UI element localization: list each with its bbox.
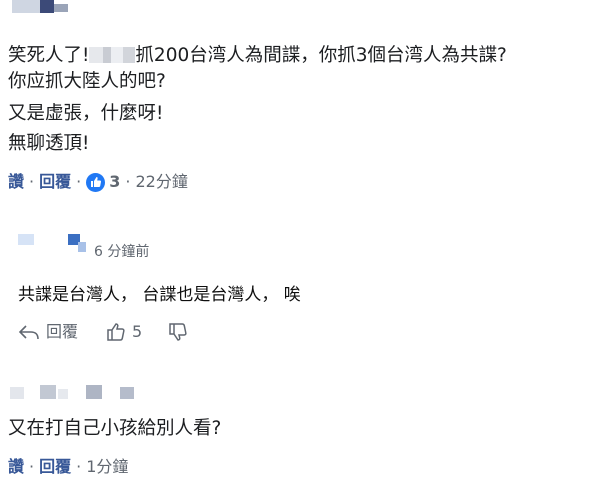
reply-1-text: 共諜是台灣人， 台諜也是台灣人， 唉 (18, 285, 301, 305)
comment-2: 又在打自己小孩給別人看? 讚 · 回覆 · 1分鐘 (0, 385, 602, 492)
comment-1-line-2: 你应抓大陸人的吧? (8, 71, 166, 92)
redacted-name-inline (89, 47, 136, 63)
reply-arrow-icon[interactable] (18, 323, 40, 341)
redacted-avatar (18, 234, 34, 245)
reply-link[interactable]: 回覆 (39, 172, 71, 192)
redacted-username (68, 234, 86, 252)
comment-1-line-1: 笑死人了! 抓200台湾人為間諜，你抓3個台湾人為共諜? (8, 45, 507, 66)
comment-2-actions: 讚 · 回覆 · 1分鐘 (8, 457, 129, 477)
comment-1: 笑死人了! 抓200台湾人為間諜，你抓3個台湾人為共諜? 你应抓大陸人的吧? 又是… (0, 0, 602, 200)
comment-1-actions: 讚 · 回覆 · 3 · 22分鐘 (8, 172, 188, 192)
redacted-author-name (0, 0, 90, 14)
redacted-author-name (0, 385, 140, 401)
reply-button-label[interactable]: 回覆 (46, 321, 78, 343)
reply-time[interactable]: 6 分鐘前 (94, 243, 149, 261)
like-count: 5 (132, 322, 143, 341)
comment-1-line-3: 又是虚張，什麼呀! (8, 103, 164, 124)
comment-2-text: 又在打自己小孩給別人看? (8, 418, 222, 439)
reaction-count[interactable]: 3 (109, 172, 120, 192)
thumbs-up-outline-icon[interactable] (106, 322, 126, 342)
comment-1-line-4: 無聊透頂! (8, 133, 90, 154)
reply-link[interactable]: 回覆 (39, 457, 71, 477)
reply-1: 6 分鐘前 共諜是台灣人， 台諜也是台灣人， 唉 回覆 5 (0, 225, 602, 350)
comment-time[interactable]: 1分鐘 (86, 457, 128, 477)
reply-1-actions: 回覆 5 (18, 321, 194, 343)
comment-time[interactable]: 22分鐘 (135, 172, 187, 192)
like-link[interactable]: 讚 (8, 172, 24, 192)
like-link[interactable]: 讚 (8, 457, 24, 477)
thumbs-down-outline-icon[interactable] (168, 322, 188, 342)
thumbs-up-icon[interactable] (86, 172, 106, 192)
